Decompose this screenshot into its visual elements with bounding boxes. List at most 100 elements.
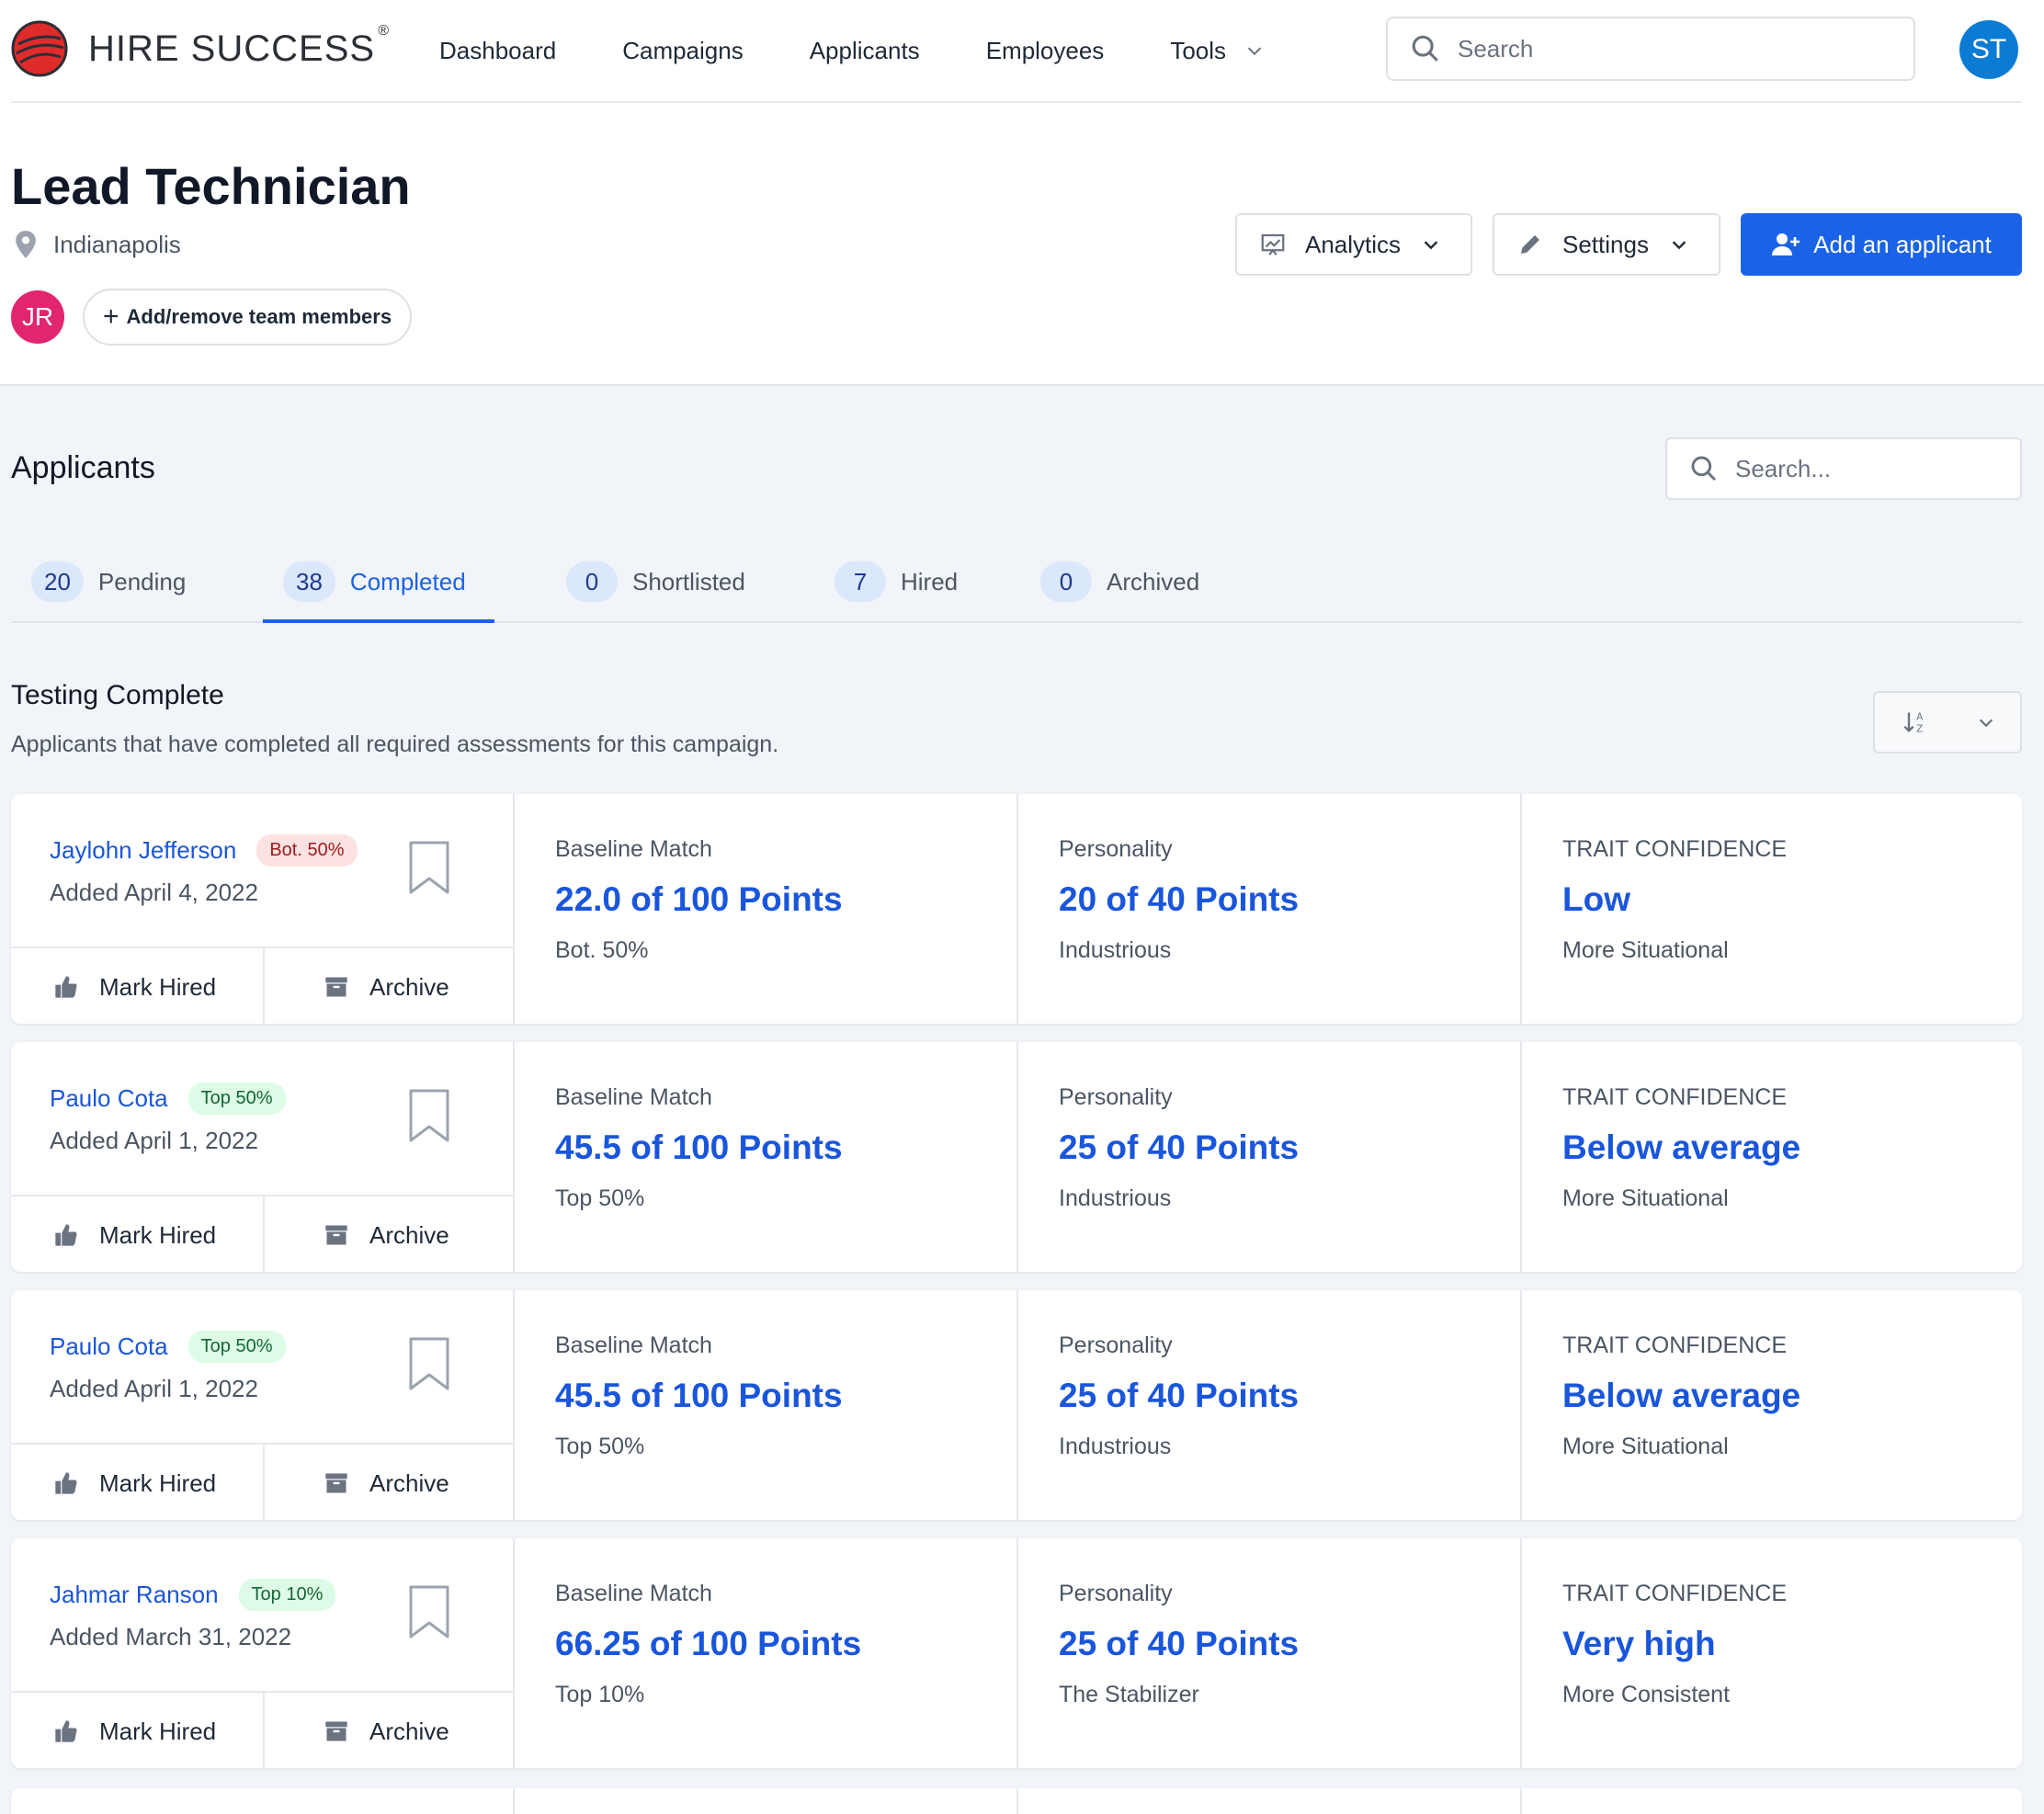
tab-label: Pending xyxy=(97,567,187,595)
baseline-percentile: Top 10% xyxy=(555,1682,645,1707)
applicant-name-link[interactable]: Jahmar Ranson xyxy=(50,1581,219,1609)
archive-label: Archive xyxy=(369,1220,449,1249)
team-member-avatar[interactable]: JR xyxy=(11,290,64,344)
added-date: Added March 31, 2022 xyxy=(50,1623,292,1650)
tab-pending[interactable]: 20 Pending xyxy=(31,553,186,610)
applicant-name-link[interactable]: Paulo Cota xyxy=(50,1084,168,1113)
trait-label: TRAIT CONFIDENCE xyxy=(1562,1581,1787,1606)
baseline-label: Baseline Match xyxy=(555,1332,712,1358)
brand-logo[interactable]: HIRE SUCCESS ® xyxy=(11,20,389,77)
action-divider xyxy=(263,1445,265,1522)
personality-column: Personality 25 of 40 Points Industrious xyxy=(1018,1042,1522,1272)
applicant-card: Jaylohn Jefferson Bot. 50% Added April 4… xyxy=(11,794,2022,1026)
trait-tendency: More Situational xyxy=(1562,937,1729,963)
applicant-search-input[interactable] xyxy=(1735,454,2011,483)
tab-archived[interactable]: 0 Archived xyxy=(1040,553,1199,610)
active-tab-indicator xyxy=(263,619,494,623)
thumbs-up-icon xyxy=(55,1720,77,1742)
added-date: Added April 4, 2022 xyxy=(50,879,258,906)
nav-tools[interactable]: Tools xyxy=(1170,37,1265,65)
trait-confidence-value: Below average xyxy=(1562,1128,1801,1166)
archive-button[interactable]: Archive xyxy=(324,1196,449,1274)
baseline-match-column: Baseline Match 45.5 of 100 Points Top 50… xyxy=(515,1042,1018,1272)
search-icon xyxy=(1412,35,1438,62)
tab-label: Hired xyxy=(901,567,959,595)
trait-tendency: More Situational xyxy=(1562,1185,1729,1211)
settings-label: Settings xyxy=(1562,230,1649,258)
mark-hired-label: Mark Hired xyxy=(99,972,217,1001)
group-subtitle: Applicants that have completed all requi… xyxy=(11,731,779,757)
trait-confidence-column: TRAIT CONFIDENCE Below average More Situ… xyxy=(1522,1042,2022,1272)
tab-shortlisted[interactable]: 0 Shortlisted xyxy=(566,553,745,610)
svg-text:Z: Z xyxy=(1916,724,1923,735)
bookmark-icon[interactable] xyxy=(408,1088,450,1143)
settings-dropdown[interactable]: Settings xyxy=(1493,213,1720,276)
baseline-percentile: Bot. 50% xyxy=(555,937,649,963)
trait-confidence-value: Very high xyxy=(1562,1625,1716,1662)
trait-confidence-column: TRAIT CONFIDENCE Low More Situational xyxy=(1522,794,2022,1024)
tab-count: 20 xyxy=(31,561,84,602)
baseline-label: Baseline Match xyxy=(555,1084,712,1110)
team-button-label: Add/remove team members xyxy=(126,305,392,328)
trait-confidence-value: Below average xyxy=(1562,1377,1801,1414)
tab-completed[interactable]: 38 Completed xyxy=(283,553,466,610)
plus-icon: + xyxy=(103,301,119,332)
personality-score: 20 of 40 Points xyxy=(1059,880,1300,918)
archive-box-icon xyxy=(325,977,347,997)
svg-text:A: A xyxy=(1916,712,1924,723)
archive-box-icon xyxy=(325,1225,347,1245)
trait-confidence-value: Low xyxy=(1562,880,1630,918)
applicant-name-link[interactable]: Paulo Cota xyxy=(50,1332,168,1361)
add-applicant-button[interactable]: Add an applicant xyxy=(1741,213,2022,276)
mark-hired-button[interactable]: Mark Hired xyxy=(53,1693,216,1770)
archive-button[interactable]: Archive xyxy=(324,1693,449,1770)
global-search-input[interactable] xyxy=(1458,34,1880,63)
chevron-down-icon xyxy=(1247,47,1262,56)
sort-dropdown[interactable]: AZ xyxy=(1873,691,2022,754)
nav-applicants[interactable]: Applicants xyxy=(810,37,920,65)
mark-hired-button[interactable]: Mark Hired xyxy=(53,1196,216,1274)
personality-label: Personality xyxy=(1059,836,1173,862)
chevron-down-icon xyxy=(1424,241,1438,250)
personality-column: Personality 25 of 40 Points Industrious xyxy=(1018,1290,1522,1520)
tab-hired[interactable]: 7 Hired xyxy=(835,553,958,610)
applicant-card-partial xyxy=(11,1788,2022,1814)
brand-name: HIRE SUCCESS xyxy=(88,28,376,69)
mark-hired-label: Mark Hired xyxy=(99,1220,217,1249)
tab-count: 38 xyxy=(283,561,335,602)
add-remove-team-button[interactable]: + Add/remove team members xyxy=(83,289,413,346)
archive-label: Archive xyxy=(369,1468,449,1497)
thumbs-up-icon xyxy=(55,1224,77,1246)
location-text: Indianapolis xyxy=(53,230,181,258)
bookmark-icon[interactable] xyxy=(408,840,450,895)
campaign-location: Indianapolis xyxy=(13,230,181,259)
mark-hired-button[interactable]: Mark Hired xyxy=(53,1445,216,1522)
applicant-search[interactable] xyxy=(1665,437,2022,500)
mark-hired-button[interactable]: Mark Hired xyxy=(53,948,216,1026)
page-title: Lead Technician xyxy=(11,157,411,215)
global-search[interactable] xyxy=(1386,17,1915,81)
personality-score: 25 of 40 Points xyxy=(1059,1377,1300,1414)
nav-campaigns[interactable]: Campaigns xyxy=(622,37,744,65)
analytics-dropdown[interactable]: Analytics xyxy=(1235,213,1472,276)
campaign-header: Lead Technician Indianapolis JR + Add/re… xyxy=(0,103,2044,386)
personality-type: The Stabilizer xyxy=(1059,1682,1199,1707)
bookmark-icon[interactable] xyxy=(408,1336,450,1391)
nav-employees[interactable]: Employees xyxy=(986,37,1105,65)
tab-count: 0 xyxy=(1040,561,1092,602)
applicant-name-link[interactable]: Jaylohn Jefferson xyxy=(50,836,236,865)
percentile-badge: Top 50% xyxy=(187,1331,286,1363)
trait-confidence-column: TRAIT CONFIDENCE Below average More Situ… xyxy=(1522,1290,2022,1520)
trait-confidence-column: TRAIT CONFIDENCE Very high More Consiste… xyxy=(1522,1538,2022,1768)
bookmark-icon[interactable] xyxy=(408,1584,450,1639)
added-date: Added April 1, 2022 xyxy=(50,1375,258,1402)
personality-column: Personality 20 of 40 Points Industrious xyxy=(1018,794,1522,1024)
nav-dashboard[interactable]: Dashboard xyxy=(439,37,556,65)
presentation-chart-icon xyxy=(1261,233,1285,255)
trait-label: TRAIT CONFIDENCE xyxy=(1562,1332,1787,1358)
applicant-card: Jahmar Ranson Top 10% Added March 31, 20… xyxy=(11,1538,2022,1770)
archive-button[interactable]: Archive xyxy=(324,948,449,1026)
archive-button[interactable]: Archive xyxy=(324,1445,449,1522)
applicant-card: Paulo Cota Top 50% Added April 1, 2022 M… xyxy=(11,1290,2022,1522)
user-avatar[interactable]: ST xyxy=(1959,20,2018,79)
